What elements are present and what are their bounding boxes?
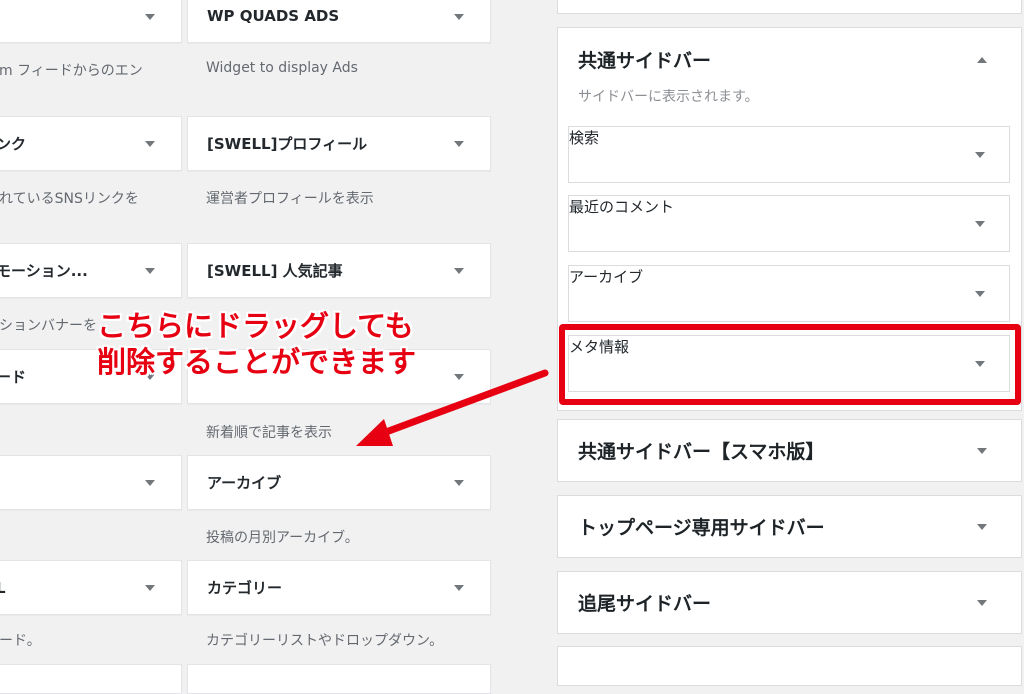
annotation-text: こちらにドラッグしても 削除することができます [97,308,416,380]
annotation-line-2: 削除することができます [97,345,417,379]
annotation-line-1: こちらにドラッグしても [97,309,414,343]
